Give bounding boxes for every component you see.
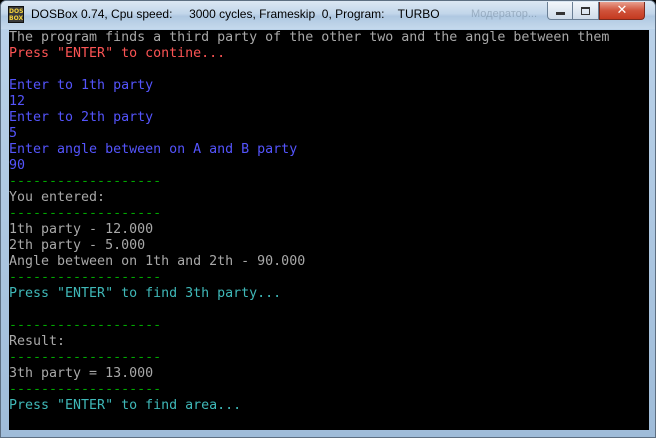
console-separator: ------------------- [9,318,162,333]
background-window-title: Модератор... [471,8,538,20]
console-line: 2th party - 5.000 [9,238,146,253]
close-button[interactable]: ✕ [599,2,645,20]
maximize-button[interactable] [573,2,599,20]
console-line: Angle between on 1th and 2th - 90.000 [9,254,306,269]
console-separator: ------------------- [9,382,162,397]
console-separator: ------------------- [9,174,162,189]
console-separator: ------------------- [9,350,162,365]
console-line: 12 [9,94,26,109]
console-line: The program finds a third party of the o… [9,30,610,45]
title-bar[interactable]: DOS BOX DOSBox 0.74, Cpu speed: 3000 cyc… [1,1,655,29]
console-output[interactable]: The program finds a third party of the o… [9,30,649,430]
close-icon: ✕ [616,3,628,18]
console-line: Press "ENTER" to contine... [9,46,226,61]
console-separator: ------------------- [9,270,162,285]
console-line: Enter to 1th party [9,78,154,93]
console-line: 3th party = 13.000 [9,366,154,381]
console-separator: ------------------- [9,206,162,221]
console-line: Enter angle between on A and B party [9,142,298,157]
dosbox-window: DOS BOX DOSBox 0.74, Cpu speed: 3000 cyc… [0,0,656,438]
console-line: 90 [9,158,26,173]
console-line: 5 [9,126,18,141]
minimize-button[interactable] [547,2,573,20]
console-line: You entered: [9,190,106,205]
app-icon-text-bottom: BOX [9,15,24,22]
console-line: Press "ENTER" to find area... [9,398,242,413]
console-line: 1th party - 12.000 [9,222,154,237]
minimize-icon [555,12,565,15]
app-icon-text-top: DOS [9,8,24,15]
maximize-icon [581,6,590,15]
console-line: Result: [9,334,66,349]
console-line: Press "ENTER" to find 3th party... [9,286,282,301]
dosbox-app-icon[interactable]: DOS BOX [8,6,24,23]
window-title: DOSBox 0.74, Cpu speed: 3000 cycles, Fra… [31,7,440,21]
console-line: Enter to 2th party [9,110,154,125]
